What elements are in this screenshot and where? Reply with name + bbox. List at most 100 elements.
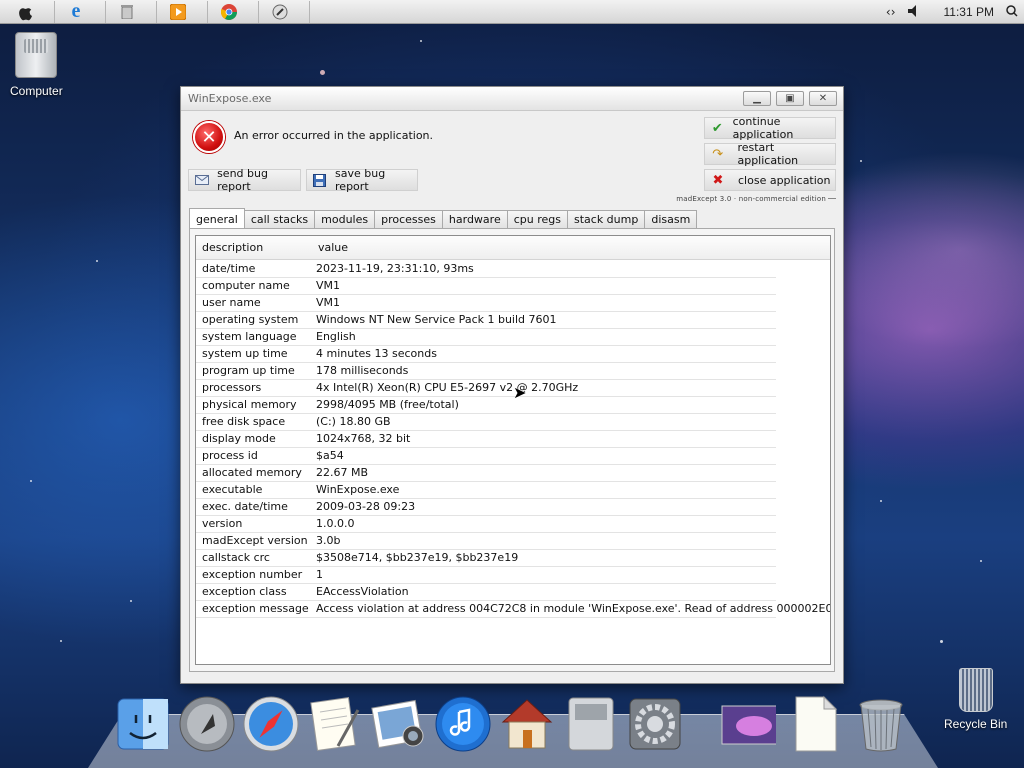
row-description: system language [196,329,316,346]
close-window-button[interactable]: ✕ [809,91,837,106]
itunes-icon[interactable] [434,694,492,754]
row-description: free disk space [196,414,316,431]
row-value: 1.0.0.0 [316,516,776,533]
tab-processes[interactable]: processes [375,210,443,229]
table-row[interactable]: operating system Windows NT New Service P… [196,312,830,329]
menu-bar: e ‹› 11:31 PM [0,0,1024,24]
row-description: system up time [196,346,316,363]
photo-booth-icon[interactable] [370,694,428,754]
row-value: VM1 [316,278,776,295]
checkmark-icon: ✔ [711,120,723,136]
system-preferences-icon[interactable] [626,694,684,754]
table-row[interactable]: system language English [196,329,830,346]
menubar-separator [54,0,55,23]
mac-pro-icon[interactable] [562,694,620,754]
safari-icon[interactable] [242,694,300,754]
row-value: 22.67 MB [316,465,776,482]
row-value: 1 [316,567,776,584]
continue-application-button[interactable]: ✔ continue application [704,115,836,141]
title-bar[interactable]: WinExpose.exe ▁ ▣ ✕ [181,87,843,111]
desktop-icon-label: Recycle Bin [944,717,1008,731]
row-description: executable [196,482,316,499]
desktop-picture-icon[interactable] [718,694,776,754]
clock[interactable]: 11:31 PM [944,5,994,19]
column-header-value[interactable]: value [312,241,830,254]
table-row[interactable]: exception class EAccessViolation [196,584,830,601]
network-icon[interactable]: ‹› [886,5,896,19]
row-description: callstack crc [196,550,316,567]
menubar-separator [258,0,259,23]
launchpad-icon[interactable] [178,694,236,754]
table-row[interactable]: exception number 1 [196,567,830,584]
red-x-icon: ✖ [712,172,724,188]
spotlight-search-icon[interactable] [1006,4,1018,20]
table-row[interactable]: system up time 4 minutes 13 seconds [196,346,830,363]
row-description: date/time [196,261,316,278]
send-bug-report-button[interactable]: send bug report [188,167,301,193]
chrome-icon[interactable] [216,1,242,23]
document-icon[interactable] [786,694,844,754]
row-description: computer name [196,278,316,295]
maximize-icon: ▣ [785,92,795,104]
floppy-disk-icon [312,172,327,188]
menubar-separator [105,0,106,23]
restart-application-button[interactable]: ↷ restart application [704,141,836,167]
table-row[interactable]: user name VM1 [196,295,830,312]
maximize-button[interactable]: ▣ [776,91,804,106]
row-value: 178 milliseconds [316,363,776,380]
button-label: close application [738,173,831,187]
list-header: description value [196,236,830,260]
save-bug-report-button[interactable]: save bug report [306,167,418,193]
row-description: operating system [196,312,316,329]
error-icon: ✕ [193,121,225,153]
tab-hardware[interactable]: hardware [442,210,508,229]
minimize-button[interactable]: ▁ [743,91,771,106]
row-value: Access violation at address 004C72C8 in … [316,601,830,618]
restart-arrow-icon: ↷ [712,146,724,162]
desktop-icon-recycle-bin[interactable]: Recycle Bin [944,668,1007,731]
menubar-separator [156,0,157,23]
table-row[interactable]: exception message Access violation at add… [196,601,830,618]
volume-icon[interactable] [907,4,920,20]
row-value: 2023-11-19, 23:31:10, 93ms [316,261,776,278]
trash-icon[interactable] [852,694,910,754]
tab-cpu-regs[interactable]: cpu regs [507,210,568,229]
table-row[interactable]: exec. date/time 2009-03-28 09:23 [196,499,830,516]
info-list[interactable]: description value date/time 2023-11-19, 2… [195,235,831,665]
tab-call-stacks[interactable]: call stacks [244,210,316,229]
tab-general[interactable]: general [189,208,245,229]
home-icon[interactable] [498,694,556,754]
media-player-icon[interactable] [165,1,191,23]
desktop-icon-label: Computer [10,84,63,98]
textedit-icon[interactable] [306,694,364,754]
finder-icon[interactable] [114,694,172,754]
app-icon[interactable] [267,1,293,23]
table-row[interactable]: allocated memory 22.67 MB [196,465,830,482]
table-row[interactable]: computer name VM1 [196,278,830,295]
error-dialog-window: WinExpose.exe ▁ ▣ ✕ ✕ An error occurred … [180,86,844,684]
table-row[interactable]: date/time 2023-11-19, 23:31:10, 93ms [196,261,830,278]
table-row[interactable]: callstack crc $3508e714, $bb237e19, $bb23… [196,550,830,567]
table-row[interactable]: version 1.0.0.0 [196,516,830,533]
menubar-status-area: ‹› 11:31 PM [886,0,1018,24]
apple-icon[interactable] [12,1,38,23]
table-row[interactable]: free disk space (C:) 18.80 GB [196,414,830,431]
table-row[interactable]: process id $a54 [196,448,830,465]
tab-disasm[interactable]: disasm [645,210,698,229]
tab-modules[interactable]: modules [315,210,376,229]
computer-icon [15,32,58,78]
column-header-description[interactable]: description [196,241,312,254]
table-row[interactable]: display mode 1024x768, 32 bit [196,431,830,448]
trash-small-icon[interactable] [114,1,140,23]
desktop-icon-computer[interactable]: Computer [10,32,63,98]
row-description: allocated memory [196,465,316,482]
table-row[interactable]: madExcept version 3.0b [196,533,830,550]
table-row[interactable]: program up time 178 milliseconds [196,363,830,380]
row-value: English [316,329,776,346]
row-value: $a54 [316,448,776,465]
tab-stack-dump[interactable]: stack dump [567,210,646,229]
close-application-button[interactable]: ✖ close application [704,169,836,191]
table-row[interactable]: executable WinExpose.exe [196,482,830,499]
ie-icon[interactable]: e [63,0,89,23]
row-description: program up time [196,363,316,380]
